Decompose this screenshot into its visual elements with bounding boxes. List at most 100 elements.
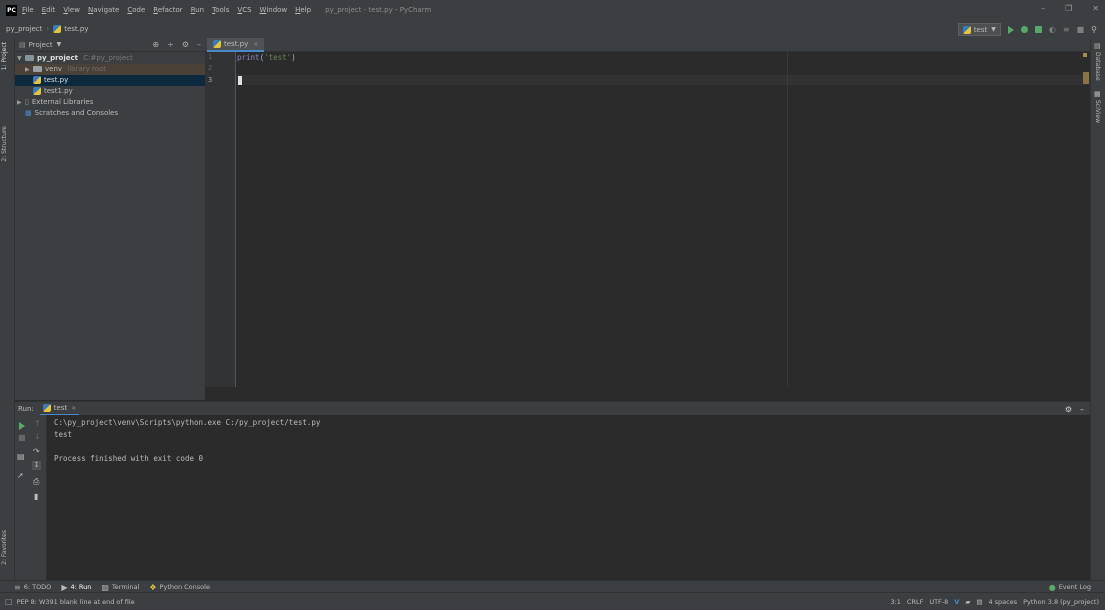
run-config-label: test xyxy=(973,25,988,34)
profile-icon[interactable]: ◐ xyxy=(1049,25,1056,34)
tree-item-external-libraries[interactable]: ▶ ▯ External Libraries xyxy=(15,97,205,108)
run-console[interactable]: C:\py_project\venv\Scripts\python.exe C:… xyxy=(47,415,1090,580)
gear-icon[interactable]: ⚙ xyxy=(182,40,189,49)
python-interpreter[interactable]: Python 3.8 (py_project) xyxy=(1023,598,1099,606)
locate-icon[interactable]: ⊕ xyxy=(152,40,159,49)
scroll-up-icon[interactable]: ↑ xyxy=(34,419,41,428)
menu-navigate[interactable]: Navigate xyxy=(88,6,119,14)
project-tree: ▼ py_project C:#py_project ▶ venv library … xyxy=(15,52,205,119)
breadcrumb-file[interactable]: test.py xyxy=(64,25,88,33)
tool-tab-database[interactable]: Database xyxy=(1094,52,1101,81)
line-separator[interactable]: CRLF xyxy=(907,598,923,606)
search-icon[interactable]: ⚲ xyxy=(1091,25,1097,34)
minimize-icon[interactable]: – xyxy=(1041,4,1045,13)
run-icon[interactable] xyxy=(1007,25,1014,34)
run-icon: ▶ xyxy=(61,582,68,592)
line-number: 1 xyxy=(208,53,213,61)
code-editor[interactable]: print('test') xyxy=(236,52,1090,387)
inspection-indicator-icon[interactable] xyxy=(1083,53,1087,57)
restore-layout-icon[interactable]: ▤ xyxy=(17,452,25,461)
tree-item-test1-py[interactable]: test1.py xyxy=(15,86,205,97)
hide-icon[interactable]: – xyxy=(1080,405,1084,414)
tool-tab-terminal[interactable]: ▩ Terminal xyxy=(101,583,139,592)
print-icon[interactable]: ⎙ xyxy=(33,477,39,487)
menu-run[interactable]: Run xyxy=(191,6,204,14)
close-icon[interactable]: ✕ xyxy=(1092,4,1099,13)
soft-wrap-icon[interactable]: ↷ xyxy=(33,447,40,456)
tool-tab-structure[interactable]: 2: Structure xyxy=(1,126,8,162)
indent-setting[interactable]: 4 spaces xyxy=(988,598,1017,606)
close-tab-icon[interactable]: ✕ xyxy=(253,41,258,48)
database-icon: ▤ xyxy=(1094,42,1101,50)
status-toggle-icon[interactable]: □ xyxy=(5,597,13,606)
tree-item-hint: library root xyxy=(67,65,107,73)
concurrency-icon[interactable]: ≡ xyxy=(1063,25,1070,34)
tool-tab-run[interactable]: ▶ 4: Run xyxy=(61,583,91,592)
menu-file[interactable]: File xyxy=(22,6,34,14)
project-view-icon: ▤ xyxy=(19,40,26,49)
restore-icon[interactable]: ❐ xyxy=(1065,4,1072,13)
pin-icon[interactable]: ➚ xyxy=(17,471,24,480)
python-run-config-icon xyxy=(42,404,51,412)
python-run-config-icon xyxy=(962,25,971,34)
tree-item-hint: C:#py_project xyxy=(83,54,133,62)
todo-icon: ≡ xyxy=(14,582,21,592)
python-file-icon xyxy=(213,40,221,48)
tree-item-project-root[interactable]: ▼ py_project C:#py_project xyxy=(15,53,205,64)
vcs-icon[interactable]: V xyxy=(954,598,959,606)
trash-icon[interactable]: ▮ xyxy=(34,492,38,501)
project-panel: ▤ Project ▼ ⊕ ÷ ⚙ – ▼ py_project C:#py_pr… xyxy=(15,38,205,400)
menu-edit[interactable]: Edit xyxy=(42,6,56,14)
menu-code[interactable]: Code xyxy=(127,6,145,14)
run-config-select[interactable]: test ▼ xyxy=(957,23,1001,36)
menu-tools[interactable]: Tools xyxy=(212,6,229,14)
file-encoding[interactable]: UTF-8 xyxy=(929,598,948,606)
tree-item-test-py[interactable]: test.py xyxy=(15,75,205,86)
tool-tab-python-console[interactable]: ❖ Python Console xyxy=(149,583,210,592)
status-message[interactable]: PEP 8: W391 blank line at end of file xyxy=(17,598,135,606)
editor-tabs-bar: test.py ✕ xyxy=(205,38,1090,52)
menu-help[interactable]: Help xyxy=(295,6,311,14)
menu-view[interactable]: View xyxy=(63,6,80,14)
editor-tab-test-py[interactable]: test.py ✕ xyxy=(207,38,265,52)
line-number: 2 xyxy=(208,64,213,72)
tree-item-scratches[interactable]: ▩ Scratches and Consoles xyxy=(15,108,205,119)
breadcrumb-separator-icon: › xyxy=(46,25,50,33)
caret-row-highlight xyxy=(236,75,1090,85)
breadcrumb-project[interactable]: py_project xyxy=(6,25,42,33)
scroll-to-end-icon[interactable]: ↧ xyxy=(32,461,41,470)
tool-tab-event-log[interactable]: ● Event Log xyxy=(1049,583,1091,592)
rerun-icon[interactable] xyxy=(19,422,25,430)
main-menu: File Edit View Navigate Code Refactor Ru… xyxy=(22,6,319,14)
stop-icon[interactable]: ■ xyxy=(1077,25,1085,34)
scroll-marker[interactable] xyxy=(1083,72,1089,84)
menu-window[interactable]: Window xyxy=(260,6,288,14)
console-line: C:\py_project\venv\Scripts\python.exe C:… xyxy=(54,418,321,427)
hide-icon[interactable]: – xyxy=(197,40,201,49)
project-panel-title[interactable]: Project xyxy=(29,41,53,49)
git-icon[interactable]: ▤ xyxy=(976,598,982,606)
line-number: 3 xyxy=(208,76,213,84)
menu-refactor[interactable]: Refactor xyxy=(153,6,182,14)
text-cursor xyxy=(238,76,242,85)
debug-icon[interactable] xyxy=(1020,26,1028,33)
run-tab-test[interactable]: test ✕ xyxy=(39,402,80,416)
code-line-1: print('test') xyxy=(237,53,296,62)
read-only-lock-icon[interactable]: ▰ xyxy=(965,598,970,606)
collapse-icon[interactable]: ÷ xyxy=(167,40,174,49)
tool-tab-project[interactable]: 1: Project xyxy=(1,42,8,70)
title-menu-bar: PC File Edit View Navigate Code Refactor… xyxy=(0,0,1105,20)
gear-icon[interactable]: ⚙ xyxy=(1065,405,1072,414)
coverage-icon[interactable] xyxy=(1034,26,1042,33)
tree-item-venv[interactable]: ▶ venv library root xyxy=(15,64,205,75)
terminal-icon: ▩ xyxy=(101,582,109,592)
chevron-down-icon[interactable]: ▼ xyxy=(57,41,62,48)
tool-tab-favorites[interactable]: 2: Favorites xyxy=(1,530,8,565)
close-tab-icon[interactable]: ✕ xyxy=(71,405,76,412)
tool-tab-sciview[interactable]: SciView xyxy=(1094,100,1101,123)
tool-tab-todo[interactable]: ≡ 6: TODO xyxy=(14,583,51,592)
menu-vcs[interactable]: VCS xyxy=(237,6,251,14)
scroll-down-icon[interactable]: ↓ xyxy=(34,432,41,441)
stop-icon[interactable]: ■ xyxy=(18,433,26,442)
caret-position[interactable]: 3:1 xyxy=(890,598,900,606)
